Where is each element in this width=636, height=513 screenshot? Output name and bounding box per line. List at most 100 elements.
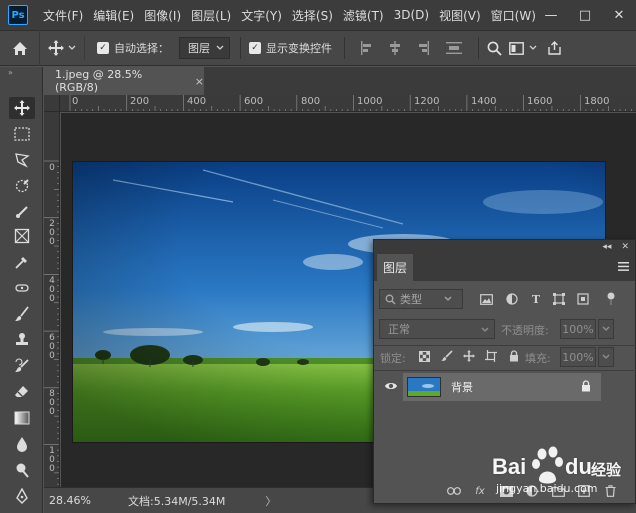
eyedropper-tool[interactable] — [9, 251, 35, 273]
close-panel-button[interactable]: ✕ — [621, 242, 629, 252]
fill-slider-button[interactable] — [598, 347, 614, 367]
document-tab[interactable]: 1.jpeg @ 28.5%(RGB/8) × — [44, 67, 204, 95]
ruler-label: 2 0 0 — [49, 219, 55, 247]
menu-layer[interactable]: 图层(L) — [186, 7, 236, 24]
link-layers-button[interactable] — [447, 484, 461, 498]
fill-input[interactable]: 100% — [560, 347, 596, 367]
menu-filter[interactable]: 滤镜(T) — [338, 7, 389, 24]
lock-all-button[interactable] — [507, 349, 521, 363]
filter-shape-button[interactable] — [552, 292, 566, 306]
minimize-button[interactable]: — — [534, 8, 568, 23]
lock-artboard-button[interactable] — [484, 349, 498, 363]
add-layer-style-button[interactable]: fx — [473, 484, 487, 498]
clone-stamp-tool[interactable] — [9, 329, 35, 351]
menu-image[interactable]: 图像(I) — [139, 7, 186, 24]
home-icon — [12, 41, 27, 55]
filter-smart-object-button[interactable] — [576, 292, 590, 306]
filter-kind-value: 类型 — [400, 293, 422, 306]
share-button[interactable] — [545, 40, 563, 56]
brush-selection-icon — [16, 206, 28, 218]
lock-icon — [582, 380, 590, 392]
align-left-edges-button[interactable] — [358, 40, 376, 56]
eye-icon — [385, 383, 397, 389]
history-brush-tool[interactable] — [9, 355, 35, 377]
stamp-icon — [16, 333, 28, 345]
panel-menu-button[interactable] — [618, 260, 629, 274]
distribute-button[interactable] — [445, 40, 463, 56]
align-horizontal-centers-button[interactable] — [386, 40, 404, 56]
ruler-label: 1800 — [584, 96, 610, 107]
layer-filter-dropdown[interactable]: 类型 — [379, 289, 463, 309]
divider — [344, 37, 345, 59]
quick-select-icon — [15, 179, 29, 193]
ruler-origin[interactable] — [44, 95, 60, 112]
document-tab-label: 1.jpeg @ 28.5%(RGB/8) — [55, 68, 143, 94]
menu-type[interactable]: 文字(Y) — [236, 7, 287, 24]
move-tool-preset[interactable] — [40, 36, 85, 60]
dodge-tool[interactable] — [9, 459, 35, 481]
auto-select-target-dropdown[interactable]: 图层 — [179, 37, 230, 59]
collapse-panel-button[interactable]: ◂◂ — [602, 242, 611, 252]
filter-pixel-button[interactable] — [479, 292, 493, 306]
lasso-tool[interactable] — [9, 149, 35, 171]
image-icon — [479, 293, 493, 305]
quick-select-tool[interactable] — [9, 175, 35, 197]
chevron-down-icon — [529, 45, 537, 50]
lock-position-button[interactable] — [462, 349, 476, 363]
menu-view[interactable]: 视图(V) — [434, 7, 486, 24]
tools-panel-collapse[interactable]: » — [0, 67, 42, 79]
blend-mode-dropdown[interactable]: 正常 — [379, 319, 495, 339]
maximize-button[interactable]: □ — [568, 8, 602, 23]
menu-3d[interactable]: 3D(D) — [389, 8, 434, 22]
ruler-label: 600 — [244, 96, 264, 107]
close-window-button[interactable]: ✕ — [602, 8, 636, 23]
lock-image-pixels-button[interactable] — [440, 349, 454, 363]
layer-visibility-toggle[interactable] — [384, 381, 398, 393]
chevron-down-icon — [602, 326, 610, 331]
lock-label: 锁定: — [380, 352, 406, 365]
brush-tool[interactable] — [9, 303, 35, 325]
status-menu-arrow[interactable]: 〉 — [265, 493, 276, 509]
horizontal-ruler[interactable]: 0 200 400 600 800 1000 1200 1400 1600 18… — [60, 95, 636, 112]
close-document-button[interactable]: × — [195, 75, 204, 88]
tab-layers[interactable]: 图层 — [377, 254, 413, 281]
menu-window[interactable]: 窗口(W) — [486, 7, 541, 24]
layer-row[interactable]: 背景 — [403, 373, 601, 401]
lock-transparent-pixels-button[interactable] — [417, 349, 431, 363]
auto-select-option[interactable]: ✓ 自动选择： — [97, 40, 169, 56]
crop-tool-alt[interactable] — [9, 201, 35, 223]
opacity-input[interactable]: 100% — [560, 319, 596, 339]
move-tool[interactable] — [9, 97, 35, 119]
menu-select[interactable]: 选择(S) — [287, 7, 338, 24]
align-right-edges-button[interactable] — [414, 40, 432, 56]
pen-tool[interactable] — [9, 485, 35, 507]
blur-tool[interactable] — [9, 433, 35, 455]
menu-edit[interactable]: 编辑(E) — [88, 7, 139, 24]
menu-file[interactable]: 文件(F) — [38, 7, 88, 24]
filter-toggle-button[interactable] — [604, 292, 618, 306]
healing-brush-tool[interactable] — [9, 277, 35, 299]
frame-tool[interactable] — [9, 225, 35, 247]
zoom-level[interactable]: 28.46% — [44, 494, 104, 507]
ruler-label: 0 — [72, 96, 79, 107]
auto-select-checkbox[interactable]: ✓ — [97, 42, 109, 54]
filter-type-icon[interactable]: T — [529, 292, 543, 306]
home-button[interactable] — [0, 30, 40, 66]
marquee-tool[interactable] — [9, 123, 35, 145]
eraser-tool[interactable] — [9, 381, 35, 403]
chevron-down-icon — [444, 296, 452, 301]
checkerboard-icon — [418, 350, 430, 362]
vertical-ruler[interactable]: 0 2 0 0 4 0 0 6 0 0 8 0 0 1 0 0 — [44, 112, 60, 487]
brush-icon — [15, 306, 29, 321]
gradient-tool[interactable] — [9, 407, 35, 429]
workspace-button[interactable] — [507, 40, 525, 56]
show-transform-checkbox[interactable]: ✓ — [249, 42, 261, 54]
opacity-slider-button[interactable] — [598, 319, 614, 339]
watermark-brand-2: du — [565, 454, 592, 479]
filter-adjustment-button[interactable] — [505, 292, 519, 306]
show-transform-option[interactable]: ✓ 显示变换控件 — [249, 40, 332, 56]
shape-icon — [553, 293, 565, 305]
align-left-icon — [361, 41, 371, 55]
layer-thumbnail — [407, 377, 441, 397]
search-button[interactable] — [485, 40, 503, 56]
